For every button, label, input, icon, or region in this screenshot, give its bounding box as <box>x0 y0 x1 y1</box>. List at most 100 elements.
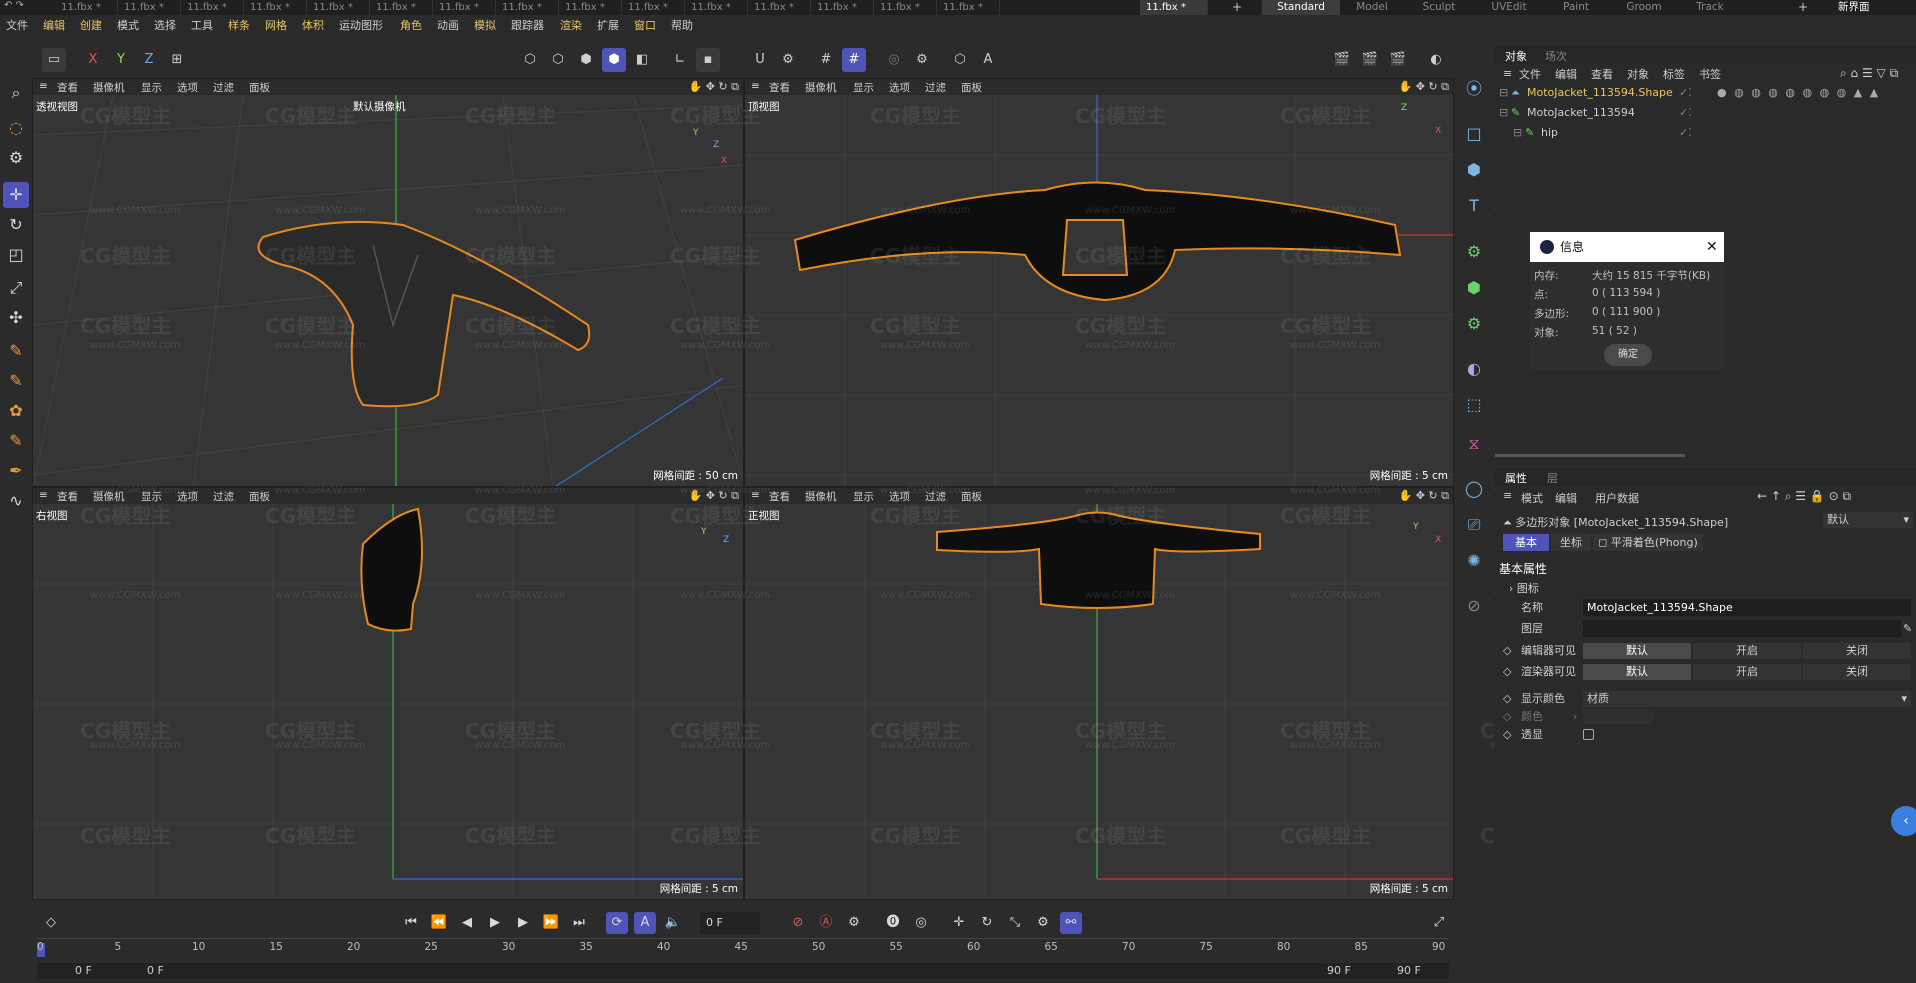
sculpt-icon[interactable]: ✿ <box>3 398 29 424</box>
timeline-curve-icon[interactable]: ⤢ <box>1428 912 1450 934</box>
menu-item[interactable]: 渲染 <box>560 15 582 37</box>
material-tags[interactable]: ● ◍ ◍ ◍ ◍ ◍ ◍ ◍ ▲ ▲ <box>1717 84 1880 102</box>
key-pla-icon[interactable]: ⚯ <box>1060 912 1082 934</box>
viewport-menu-item[interactable]: 摄像机 <box>805 80 837 95</box>
file-tab[interactable]: 11.fbx * <box>370 0 433 15</box>
file-tab[interactable]: 11.fbx * <box>748 0 811 15</box>
undo-icon[interactable]: ↶ ↷ <box>4 0 24 11</box>
editor-visible-on[interactable]: 开启 <box>1693 643 1801 659</box>
viewport-menu-item[interactable]: 查看 <box>769 80 790 95</box>
file-tab[interactable]: 11.fbx * <box>811 0 874 15</box>
current-frame-field[interactable]: 0 F <box>700 912 760 934</box>
tab-coord[interactable]: 坐标 <box>1551 534 1591 551</box>
file-tab[interactable]: 11.fbx * <box>874 0 937 15</box>
loop-icon[interactable]: ⟳ <box>606 912 628 934</box>
menu-item[interactable]: 运动图形 <box>339 15 383 37</box>
expand-icon[interactable]: ⊟ <box>1499 104 1508 122</box>
axis-x-toggle[interactable]: X <box>81 48 105 72</box>
menu-mode[interactable]: 模式 <box>1521 490 1543 506</box>
auto-key-icon[interactable]: Ⓐ <box>815 912 837 934</box>
file-tab[interactable]: 11.fbx * <box>937 0 1000 15</box>
viewport-menu-item[interactable]: 面板 <box>249 80 270 95</box>
key-settings-icon[interactable]: ⚙ <box>843 912 865 934</box>
close-icon[interactable]: ✕ <box>1706 232 1718 262</box>
tab-phong[interactable]: ◻ 平滑着色(Phong) <box>1593 534 1703 551</box>
viewport-nav-icons[interactable]: ✋ ✥ ↻ ⧉ <box>1399 489 1449 503</box>
menu-item[interactable]: 窗口 <box>634 15 656 37</box>
paint-icon[interactable]: ✎ <box>3 428 29 454</box>
cube-outline-icon[interactable]: □ <box>1460 120 1488 148</box>
viewport-menu-item[interactable]: 过滤 <box>925 80 946 95</box>
editor-visible-off[interactable]: 关闭 <box>1803 643 1911 659</box>
viewport-menu-item[interactable]: 选项 <box>177 80 198 95</box>
render-view-icon[interactable]: 🎬 <box>1330 48 1354 72</box>
menu-item[interactable]: 跟踪器 <box>511 15 544 37</box>
viewport-menu-item[interactable]: 查看 <box>57 80 78 95</box>
viewport-menu-item[interactable]: 过滤 <box>213 80 234 95</box>
render-visible-on[interactable]: 开启 <box>1693 664 1801 680</box>
go-start-icon[interactable]: ⏮ <box>400 912 422 934</box>
prev-frame-icon[interactable]: ◀ <box>456 912 478 934</box>
search-icon[interactable]: ⌕ ⌂ ☰ ▽ ⧉ <box>1840 66 1898 81</box>
sky-icon[interactable]: ◯ <box>1460 475 1488 503</box>
coord-system-icon[interactable]: ⊞ <box>165 48 189 72</box>
viewport-nav-icons[interactable]: ✋ ✥ ↻ ⧉ <box>689 80 739 94</box>
range-end-preview[interactable]: 90 F <box>1327 964 1351 977</box>
next-key-icon[interactable]: ⏩ <box>540 912 562 934</box>
deformer-icon[interactable]: ⚙ <box>1460 310 1488 338</box>
menu-item[interactable]: 扩展 <box>597 15 619 37</box>
polygons-mode-icon[interactable]: ⬢ <box>574 48 598 72</box>
range-end[interactable]: 90 F <box>1397 964 1421 977</box>
grab-tool-icon[interactable]: ✣ <box>3 305 29 331</box>
cloner-icon[interactable]: ⬢ <box>1460 274 1488 302</box>
pen-icon[interactable]: ✒ <box>3 458 29 484</box>
cloud-render-icon[interactable]: ◐ <box>1424 48 1448 72</box>
menu-item[interactable]: 网格 <box>265 15 287 37</box>
menu-item[interactable]: 帮助 <box>671 15 693 37</box>
scale-tool-icon[interactable]: ⚙ <box>3 145 29 171</box>
render-visible-off[interactable]: 关闭 <box>1803 664 1911 680</box>
key-move-icon[interactable]: ✛ <box>948 912 970 934</box>
lock-workplane-icon[interactable]: ◎ <box>882 48 906 72</box>
visibility-check-icon[interactable]: ✓⁚ <box>1679 124 1692 142</box>
file-tab[interactable]: 11.fbx * <box>55 0 118 15</box>
axis-z-toggle[interactable]: Z <box>137 48 161 72</box>
scale-box-icon[interactable]: ◰ <box>3 242 29 268</box>
transform-tool-icon[interactable]: ⤢ <box>3 275 29 301</box>
viewport-menu-item[interactable]: 选项 <box>889 80 910 95</box>
pen-disabled-icon[interactable]: ⊘ <box>1460 592 1488 620</box>
object-menu-item[interactable]: 书签 <box>1699 66 1721 82</box>
texture-mode-icon[interactable]: ◧ <box>630 48 654 72</box>
generator-icon[interactable]: ⚙ <box>1460 238 1488 266</box>
key-scale-icon[interactable]: ⤡ <box>1004 912 1026 934</box>
spline-icon[interactable]: ⦿ <box>1460 75 1488 103</box>
menu-item[interactable]: 体积 <box>302 15 324 37</box>
layout-tab[interactable]: Track <box>1680 0 1740 15</box>
object-menu-item[interactable]: 对象 <box>1627 66 1649 82</box>
viewport-menu-item[interactable]: 显示 <box>141 80 162 95</box>
color-swatch[interactable] <box>1583 710 1653 724</box>
viewport-menu-item[interactable]: 查看 <box>769 489 790 504</box>
icon-group[interactable]: › 图标 <box>1509 580 1539 596</box>
layout-tab[interactable]: Model <box>1340 0 1404 15</box>
object-menu-item[interactable]: 编辑 <box>1555 66 1577 82</box>
menu-item[interactable]: 动画 <box>437 15 459 37</box>
snap-settings-icon[interactable]: ⚙ <box>776 48 800 72</box>
next-frame-icon[interactable]: ▶ <box>512 912 534 934</box>
menu-item[interactable]: 角色 <box>400 15 422 37</box>
brush-icon[interactable]: ✎ <box>3 368 29 394</box>
collapse-panel-button[interactable]: ‹ <box>1891 806 1916 836</box>
workplane-icon[interactable]: ▪ <box>696 48 720 72</box>
file-tab[interactable]: 11.fbx * <box>496 0 559 15</box>
viewport-menu-item[interactable]: 显示 <box>853 80 874 95</box>
layout-tab[interactable]: UVEdit <box>1474 0 1544 15</box>
layout-tab[interactable]: Sculpt <box>1404 0 1474 15</box>
menu-icon[interactable]: ≡ <box>751 80 760 92</box>
range-start[interactable]: 0 F <box>75 964 92 977</box>
tab-takes[interactable]: 场次 <box>1545 48 1567 64</box>
move-tool-icon[interactable]: ✛ <box>3 182 29 208</box>
file-tab[interactable]: 11.fbx * <box>181 0 244 15</box>
key-param-icon[interactable]: ⚙ <box>1032 912 1054 934</box>
viewport-menu-item[interactable]: 过滤 <box>213 489 234 504</box>
snap-icon[interactable]: U <box>748 48 772 72</box>
